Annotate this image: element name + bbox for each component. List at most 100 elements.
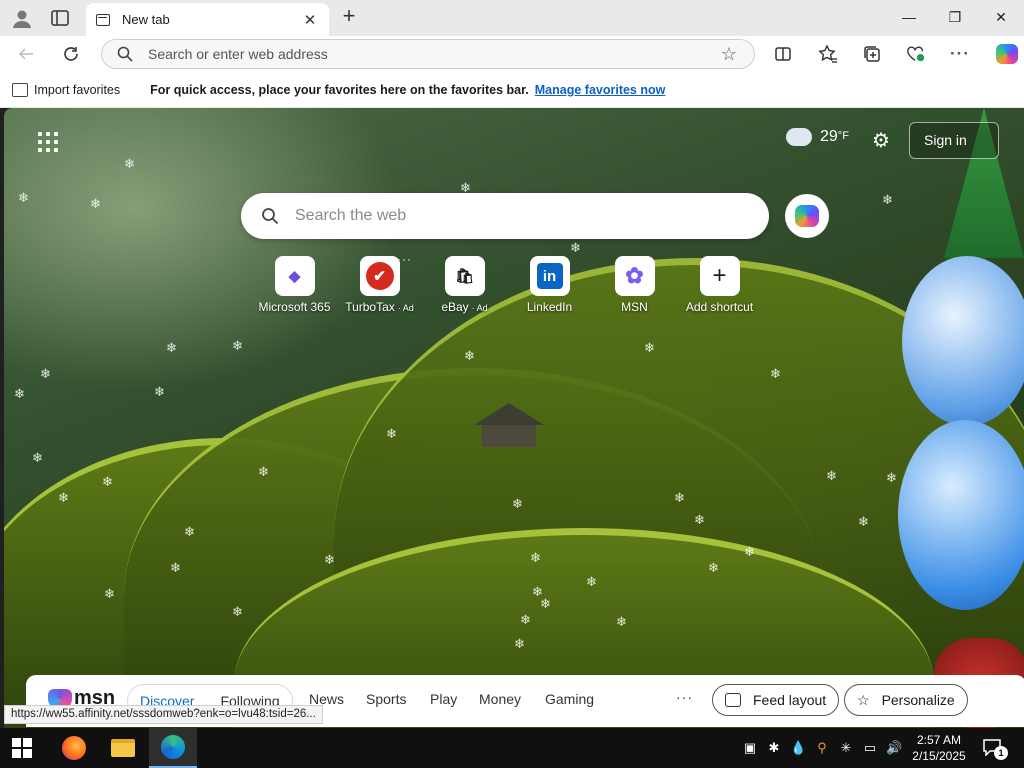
edge-icon bbox=[161, 735, 185, 759]
tab-actions-button[interactable] bbox=[50, 8, 70, 28]
profile-button[interactable] bbox=[9, 6, 35, 30]
import-favorites-label: Import favorites bbox=[34, 82, 121, 97]
sparkle-icon: ☆ bbox=[857, 691, 870, 708]
ad-tag: · Ad bbox=[471, 303, 488, 313]
copilot-icon bbox=[795, 205, 819, 227]
category-gaming[interactable]: Gaming bbox=[545, 691, 594, 707]
star-tray-icon[interactable]: ✳ bbox=[838, 740, 854, 756]
clock[interactable]: 2:57 AM 2/15/2025 bbox=[908, 732, 970, 764]
close-window-button[interactable]: ✕ bbox=[978, 0, 1024, 34]
favorites-tip: For quick access, place your favorites h… bbox=[150, 82, 529, 97]
close-tab-icon[interactable]: ✕ bbox=[301, 11, 319, 29]
notification-center-button[interactable]: 1 bbox=[982, 738, 1008, 760]
sign-in-button[interactable]: Sign in bbox=[909, 122, 999, 159]
shortcut-label: TurboTax bbox=[345, 300, 395, 314]
web-search-input[interactable] bbox=[295, 207, 769, 225]
new-tab-button[interactable]: + bbox=[339, 5, 359, 28]
snowflake-decoration: ❄ bbox=[40, 366, 51, 381]
snowflake-decoration: ❄ bbox=[90, 196, 101, 211]
app-launcher-button[interactable] bbox=[38, 132, 58, 152]
page-settings-button[interactable]: ⚙ bbox=[870, 130, 892, 152]
drop-tray-icon[interactable]: 💧 bbox=[790, 740, 806, 756]
taskbar: ▣ ✱ 💧 ⚲ ✳ ▭ 🔊 2:57 AM 2/15/2025 1 bbox=[0, 728, 1024, 768]
shortcut-microsoft-365[interactable]: ◆ Microsoft 365 bbox=[252, 256, 337, 314]
snowflake-decoration: ❄ bbox=[124, 156, 135, 171]
feed-layout-button[interactable]: Feed layout bbox=[712, 684, 840, 716]
linkedin-icon: in bbox=[529, 256, 570, 296]
address-bar[interactable]: ☆ bbox=[101, 39, 755, 69]
more-categories-button[interactable]: ··· bbox=[676, 689, 693, 705]
favorites-button[interactable] bbox=[818, 44, 838, 64]
minimize-button[interactable]: — bbox=[886, 0, 932, 34]
split-screen-icon bbox=[775, 47, 791, 61]
address-input[interactable] bbox=[148, 46, 718, 62]
partly-cloudy-icon bbox=[786, 122, 812, 146]
split-screen-button[interactable] bbox=[773, 44, 793, 64]
security-tray-icon[interactable]: ▣ bbox=[742, 740, 758, 756]
new-tab-page: ❄ ❄ ❄ ❄ ❄ ❄ ❄ ❄ ❄ ❄ ❄ ❄ ❄ ❄ ❄ ❄ ❄ ❄ ❄ ❄ … bbox=[4, 108, 1024, 728]
category-sports[interactable]: Sports bbox=[366, 691, 406, 707]
snowflake-decoration: ❄ bbox=[154, 384, 165, 399]
personalize-button[interactable]: ☆ Personalize bbox=[844, 684, 968, 716]
back-arrow-icon bbox=[18, 48, 33, 60]
back-button[interactable] bbox=[16, 44, 36, 64]
refresh-button[interactable] bbox=[61, 44, 81, 64]
import-icon bbox=[12, 82, 28, 97]
category-play[interactable]: Play bbox=[430, 691, 457, 707]
browser-essentials-button[interactable] bbox=[906, 44, 926, 64]
background-hut bbox=[474, 403, 544, 453]
shortcut-more-icon[interactable]: ··· bbox=[397, 252, 412, 266]
search-tray-icon[interactable]: ⚲ bbox=[814, 740, 830, 756]
link-status-url: https://ww55.affinity.net/sssdomweb?enk=… bbox=[4, 705, 323, 724]
weather-temp: 29 bbox=[820, 128, 838, 145]
snowflake-decoration: ❄ bbox=[232, 338, 243, 353]
taskbar-edge[interactable] bbox=[149, 728, 197, 768]
volume-icon[interactable]: 🔊 bbox=[886, 740, 902, 756]
category-money[interactable]: Money bbox=[479, 691, 521, 707]
copilot-icon bbox=[996, 44, 1018, 64]
snow-globe-decoration bbox=[898, 420, 1024, 610]
heartbeat-icon bbox=[907, 46, 925, 62]
tab-strip: New tab ✕ + — ❐ ✕ bbox=[0, 0, 1024, 36]
search-icon bbox=[116, 45, 134, 63]
app-tray-icon[interactable]: ✱ bbox=[766, 740, 782, 756]
turbotax-icon: ✔ bbox=[359, 256, 400, 296]
layout-icon bbox=[725, 693, 741, 707]
weather-unit: °F bbox=[837, 130, 849, 142]
start-button[interactable] bbox=[12, 738, 32, 758]
manage-favorites-link[interactable]: Manage favorites now bbox=[535, 83, 666, 97]
shortcut-label: LinkedIn bbox=[526, 300, 573, 314]
add-favorite-star-icon[interactable]: ☆ bbox=[718, 44, 740, 65]
ebay-icon: 🛍 bbox=[444, 256, 485, 296]
shortcut-linkedin[interactable]: in LinkedIn bbox=[507, 256, 592, 314]
network-icon[interactable]: ▭ bbox=[862, 740, 878, 756]
snow-globe-decoration bbox=[902, 256, 1024, 426]
import-favorites-button[interactable]: Import favorites bbox=[12, 82, 121, 97]
taskbar-firefox[interactable] bbox=[50, 728, 98, 768]
shortcut-label: eBay bbox=[441, 300, 469, 314]
snowflake-decoration: ❄ bbox=[882, 192, 893, 207]
copilot-sidebar-button[interactable] bbox=[990, 44, 1024, 64]
ad-tag: · Ad bbox=[397, 303, 414, 313]
tab-new-tab[interactable]: New tab ✕ bbox=[86, 3, 329, 36]
shortcut-label: MSN bbox=[621, 300, 648, 314]
shortcut-turbotax[interactable]: ··· ✔ TurboTax · Ad bbox=[337, 252, 422, 314]
web-search-box[interactable] bbox=[241, 193, 769, 239]
add-shortcut-button[interactable]: + Add shortcut bbox=[677, 256, 762, 314]
settings-and-more-button[interactable]: ··· bbox=[950, 44, 970, 64]
refresh-icon bbox=[64, 47, 78, 61]
restore-button[interactable]: ❐ bbox=[932, 0, 978, 34]
shortcut-label: Microsoft 365 bbox=[258, 300, 331, 314]
notification-count: 1 bbox=[994, 746, 1008, 760]
weather-widget[interactable]: 29 °F bbox=[786, 122, 849, 146]
gear-icon: ⚙ bbox=[872, 130, 890, 152]
collections-icon bbox=[864, 46, 880, 62]
shortcut-msn[interactable]: ✿ MSN bbox=[592, 256, 677, 314]
profile-icon bbox=[13, 10, 31, 28]
folder-icon bbox=[111, 739, 135, 757]
copilot-button[interactable] bbox=[785, 194, 829, 238]
shortcut-ebay[interactable]: 🛍 eBay · Ad bbox=[422, 256, 507, 314]
collections-button[interactable] bbox=[862, 44, 882, 64]
taskbar-file-explorer[interactable] bbox=[99, 728, 147, 768]
plus-icon: + bbox=[699, 256, 740, 296]
